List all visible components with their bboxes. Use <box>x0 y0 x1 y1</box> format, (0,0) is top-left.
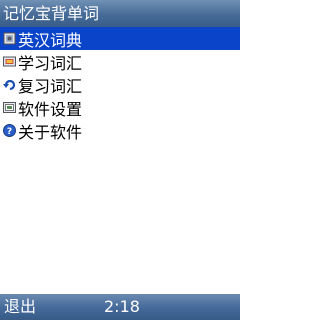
review-icon <box>3 78 16 91</box>
settings-icon <box>3 101 16 114</box>
menu-item-dictionary[interactable]: 英汉词典 <box>0 27 240 50</box>
dictionary-icon <box>3 32 16 45</box>
menu-item-label: 英汉词典 <box>18 30 83 50</box>
menu-item-label: 关于软件 <box>18 122 83 142</box>
main-menu: 英汉词典 学习词汇 复习词汇 软件设置 ? 关于软件 <box>0 27 240 142</box>
help-icon: ? <box>3 124 16 137</box>
app-title-bar: 记忆宝背单词 <box>0 0 240 27</box>
menu-item-label: 软件设置 <box>18 99 83 119</box>
menu-item-settings[interactable]: 软件设置 <box>0 96 240 119</box>
exit-softkey[interactable]: 退出 <box>4 294 36 320</box>
softkey-bar: 退出 2:18 <box>0 294 240 320</box>
clock: 2:18 <box>104 297 140 316</box>
menu-item-label: 学习词汇 <box>18 53 83 73</box>
menu-item-label: 复习词汇 <box>18 76 83 96</box>
menu-item-review[interactable]: 复习词汇 <box>0 73 240 96</box>
app-title: 记忆宝背单词 <box>3 4 100 23</box>
menu-item-study[interactable]: 学习词汇 <box>0 50 240 73</box>
menu-item-about[interactable]: ? 关于软件 <box>0 119 240 142</box>
study-icon <box>3 55 16 68</box>
svg-text:?: ? <box>7 127 12 137</box>
